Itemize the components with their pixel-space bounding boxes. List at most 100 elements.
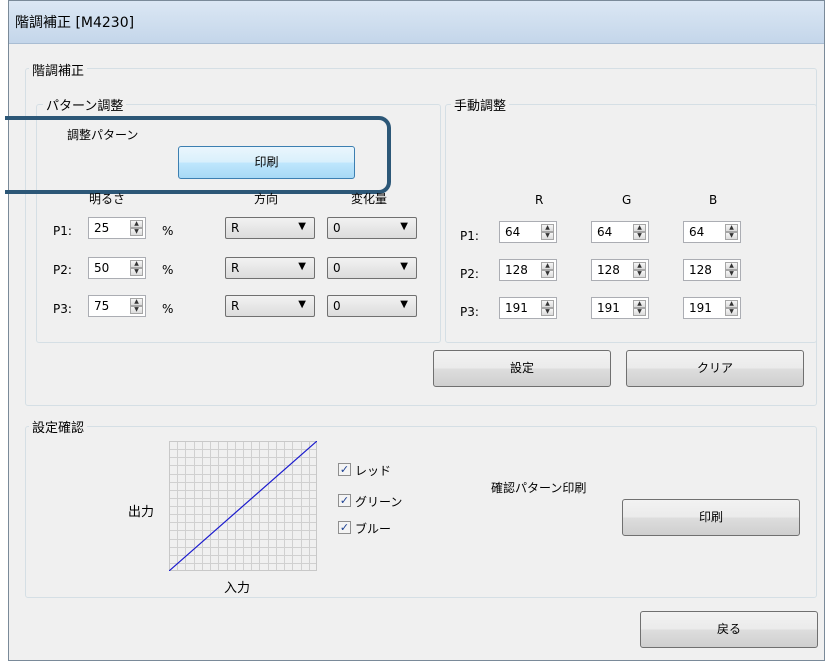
spin-up-icon[interactable]: ▲ xyxy=(633,300,646,308)
g-header: G xyxy=(622,193,632,207)
amount-select[interactable]: 0 ▼ xyxy=(327,257,417,279)
spin-down-icon[interactable]: ▼ xyxy=(130,228,143,236)
brightness-value: 50 xyxy=(94,261,110,275)
spin-up-icon[interactable]: ▲ xyxy=(541,262,554,270)
spin-up-icon[interactable]: ▲ xyxy=(541,300,554,308)
b-value: 191 xyxy=(689,301,712,315)
confirm-print-button[interactable]: 印刷 xyxy=(622,499,800,536)
chevron-down-icon: ▼ xyxy=(400,221,408,232)
back-button[interactable]: 戻る xyxy=(640,611,818,648)
spin-up-icon[interactable]: ▲ xyxy=(541,224,554,232)
confirm-print-caption: 確認パターン印刷 xyxy=(491,481,587,495)
green-checkbox-label[interactable]: グリーン xyxy=(355,493,402,510)
spin-down-icon[interactable]: ▼ xyxy=(541,308,554,316)
spin-down-icon[interactable]: ▼ xyxy=(725,232,738,240)
percent-unit: % xyxy=(162,302,174,316)
chevron-down-icon: ▼ xyxy=(400,299,408,310)
spin-up-icon[interactable]: ▲ xyxy=(725,300,738,308)
red-checkbox-label[interactable]: レッド xyxy=(355,462,391,479)
green-checkbox[interactable]: ✓ xyxy=(338,494,351,507)
pattern-row-label: P3: xyxy=(53,302,72,316)
tone-correction-group-label: 階調補正 xyxy=(29,60,88,79)
spin-down-icon[interactable]: ▼ xyxy=(541,232,554,240)
r-value: 191 xyxy=(505,301,528,315)
spin-down-icon[interactable]: ▼ xyxy=(725,270,738,278)
amount-value: 0 xyxy=(333,221,341,235)
spin-down-icon[interactable]: ▼ xyxy=(633,308,646,316)
direction-select[interactable]: R ▼ xyxy=(225,217,315,239)
spin-up-icon[interactable]: ▲ xyxy=(725,262,738,270)
tone-correction-dialog: 階調補正 [M4230] 階調補正 パターン調整 調整パターン 印刷 明るさ 方… xyxy=(5,0,825,661)
spin-down-icon[interactable]: ▼ xyxy=(633,232,646,240)
blue-checkbox[interactable]: ✓ xyxy=(338,521,351,534)
amount-value: 0 xyxy=(333,299,341,313)
brightness-spinner[interactable]: 25 ▲ ▼ xyxy=(88,217,146,239)
blue-checkbox-label[interactable]: ブルー xyxy=(355,520,391,537)
percent-unit: % xyxy=(162,224,174,238)
red-checkbox[interactable]: ✓ xyxy=(338,463,351,476)
chevron-down-icon: ▼ xyxy=(298,221,306,232)
brightness-value: 25 xyxy=(94,221,110,235)
spin-up-icon[interactable]: ▲ xyxy=(633,262,646,270)
amount-value: 0 xyxy=(333,261,341,275)
highlight-callout xyxy=(5,116,391,194)
r-value: 128 xyxy=(505,263,528,277)
spin-up-icon[interactable]: ▲ xyxy=(130,298,143,306)
g-value: 64 xyxy=(597,225,613,239)
spin-down-icon[interactable]: ▼ xyxy=(725,308,738,316)
spin-down-icon[interactable]: ▼ xyxy=(633,270,646,278)
pattern-row-label: P2: xyxy=(53,263,72,277)
g-value: 128 xyxy=(597,263,620,277)
spin-up-icon[interactable]: ▲ xyxy=(725,224,738,232)
g-value: 191 xyxy=(597,301,620,315)
manual-row-label: P1: xyxy=(460,229,479,243)
chevron-down-icon: ▼ xyxy=(298,261,306,272)
brightness-spinner[interactable]: 50 ▲ ▼ xyxy=(88,257,146,279)
tone-curve-graph xyxy=(169,441,317,571)
pattern-row-label: P1: xyxy=(53,224,72,238)
chevron-down-icon: ▼ xyxy=(298,299,306,310)
b-header: B xyxy=(709,193,718,207)
direction-select[interactable]: R ▼ xyxy=(225,257,315,279)
spin-up-icon[interactable]: ▲ xyxy=(633,224,646,232)
b-value: 64 xyxy=(689,225,705,239)
r-spinner[interactable]: 191 ▲ ▼ xyxy=(499,297,557,319)
chevron-down-icon: ▼ xyxy=(400,261,408,272)
direction-value: R xyxy=(231,221,240,235)
percent-unit: % xyxy=(162,263,174,277)
amount-select[interactable]: 0 ▼ xyxy=(327,217,417,239)
r-spinner[interactable]: 64 ▲ ▼ xyxy=(499,221,557,243)
spin-down-icon[interactable]: ▼ xyxy=(130,306,143,314)
confirm-group-label: 設定確認 xyxy=(29,417,88,436)
direction-select[interactable]: R ▼ xyxy=(225,295,315,317)
brightness-spinner[interactable]: 75 ▲ ▼ xyxy=(88,295,146,317)
manual-adjust-label: 手動調整 xyxy=(451,95,510,114)
clear-button[interactable]: クリア xyxy=(626,350,804,387)
direction-value: R xyxy=(231,261,240,275)
b-spinner[interactable]: 128 ▲ ▼ xyxy=(683,259,741,281)
spin-up-icon[interactable]: ▲ xyxy=(130,260,143,268)
direction-header: 方向 xyxy=(254,192,279,206)
b-spinner[interactable]: 191 ▲ ▼ xyxy=(683,297,741,319)
g-spinner[interactable]: 64 ▲ ▼ xyxy=(591,221,649,243)
amount-select[interactable]: 0 ▼ xyxy=(327,295,417,317)
spin-down-icon[interactable]: ▼ xyxy=(541,270,554,278)
graph-x-label: 入力 xyxy=(224,581,251,596)
pattern-adjust-label: パターン調整 xyxy=(43,95,127,114)
set-button[interactable]: 設定 xyxy=(433,350,611,387)
manual-row-label: P2: xyxy=(460,267,479,281)
manual-row-label: P3: xyxy=(460,305,479,319)
graph-y-label: 出力 xyxy=(128,505,155,520)
spin-down-icon[interactable]: ▼ xyxy=(130,268,143,276)
direction-value: R xyxy=(231,299,240,313)
b-spinner[interactable]: 64 ▲ ▼ xyxy=(683,221,741,243)
brightness-value: 75 xyxy=(94,299,110,313)
g-spinner[interactable]: 128 ▲ ▼ xyxy=(591,259,649,281)
spin-up-icon[interactable]: ▲ xyxy=(130,220,143,228)
brightness-header: 明るさ xyxy=(89,192,126,206)
title-bar: 階調補正 [M4230] xyxy=(9,1,824,44)
window-title: 階調補正 [M4230] xyxy=(15,15,135,31)
g-spinner[interactable]: 191 ▲ ▼ xyxy=(591,297,649,319)
r-value: 64 xyxy=(505,225,521,239)
r-spinner[interactable]: 128 ▲ ▼ xyxy=(499,259,557,281)
